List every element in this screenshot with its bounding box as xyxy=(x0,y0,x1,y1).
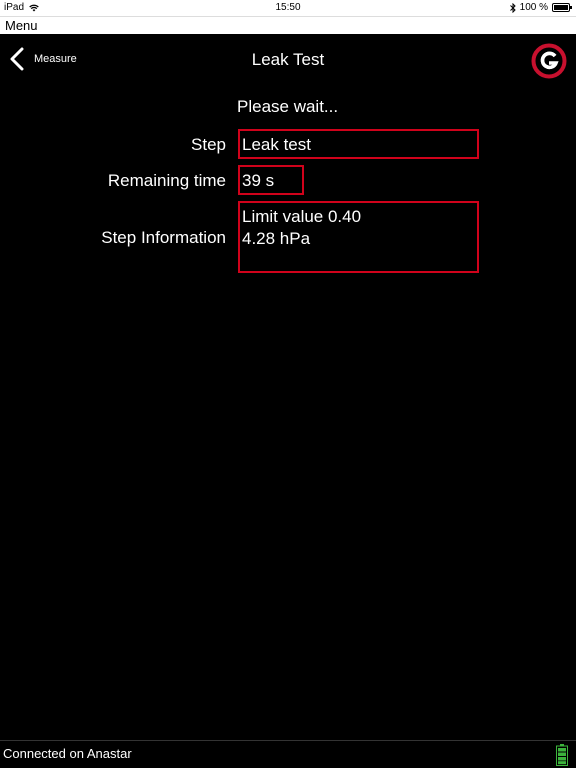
battery-icon xyxy=(552,3,572,12)
bluetooth-icon xyxy=(509,2,516,13)
step-information-line: Limit value 0.40 xyxy=(242,207,362,226)
menu-bar[interactable]: Menu xyxy=(0,16,576,34)
step-label: Step xyxy=(191,135,226,154)
step-information-line: 4.28 hPa xyxy=(242,229,311,248)
step-information-field: Limit value 0.40 4.28 hPa xyxy=(238,201,479,273)
brand-logo xyxy=(531,43,567,79)
step-information-label: Step Information xyxy=(101,228,226,247)
device-battery-icon xyxy=(556,744,568,766)
step-field: Leak test xyxy=(238,129,479,159)
battery-percent: 100 % xyxy=(519,2,548,13)
bottom-status-bar: Connected on Anastar xyxy=(0,740,576,768)
clock: 15:50 xyxy=(275,2,301,13)
remaining-time-value: 39 s xyxy=(242,171,275,190)
status-bar: iPad 15:50 100 % xyxy=(0,0,576,16)
wait-message: Please wait... xyxy=(237,97,339,116)
remaining-time-field: 39 s xyxy=(238,165,304,195)
menu-label[interactable]: Menu xyxy=(5,18,38,33)
status-right: 100 % xyxy=(509,2,572,13)
nav-bar: Measure Leak Test xyxy=(0,34,576,86)
remaining-time-label: Remaining time xyxy=(107,171,226,190)
page-title: Leak Test xyxy=(251,50,325,69)
connection-status: Connected on Anastar xyxy=(3,746,132,761)
step-value: Leak test xyxy=(242,135,311,154)
